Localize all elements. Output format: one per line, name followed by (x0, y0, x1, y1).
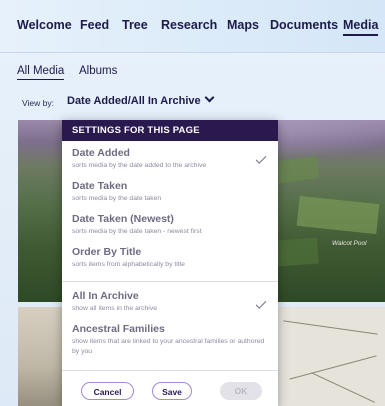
option-description: sorts media by the date taken (72, 195, 162, 202)
ok-button[interactable]: OK (220, 382, 262, 400)
nav-research[interactable]: Research (161, 18, 217, 32)
tab-all-media[interactable]: All Media (17, 65, 65, 80)
sort-option-order-by-title[interactable]: Order By Title sorts items from alphabet… (72, 246, 268, 270)
filter-option-all-in-archive[interactable]: All In Archive show all items in the arc… (72, 290, 268, 314)
option-description: sorts items from alphabetically by title (72, 261, 185, 268)
nav-documents[interactable]: Documents (270, 18, 338, 32)
option-title: All In Archive (72, 290, 139, 302)
option-description: show items that are linked to your ances… (72, 338, 265, 355)
chevron-down-icon (204, 92, 215, 103)
top-navigation: Welcome Feed Tree Research Maps Document… (0, 0, 385, 53)
nav-media[interactable]: Media (343, 18, 379, 36)
sort-option-date-taken[interactable]: Date Taken sorts media by the date taken (72, 180, 268, 204)
filter-option-ancestral-families[interactable]: Ancestral Families show items that are l… (72, 323, 268, 357)
option-title: Date Taken (72, 180, 128, 192)
map-line (289, 355, 377, 380)
option-description: sorts media by the date added to the arc… (72, 162, 207, 169)
view-by-dropdown[interactable]: Date Added/All In Archive (67, 92, 215, 107)
option-title: Date Added (72, 147, 130, 159)
divider (62, 281, 278, 282)
option-title: Order By Title (72, 246, 142, 258)
map-label: Walcot Pool (332, 240, 367, 247)
media-thumbnail-map[interactable] (278, 307, 385, 406)
sort-option-date-added[interactable]: Date Added sorts media by the date added… (72, 147, 268, 171)
cancel-button[interactable]: Cancel (81, 382, 134, 400)
view-by-label: View by: (22, 98, 54, 108)
nav-welcome[interactable]: Welcome (17, 18, 72, 32)
map-line (283, 320, 378, 335)
option-title: Ancestral Families (72, 323, 165, 335)
tab-albums[interactable]: Albums (79, 65, 117, 77)
sort-option-date-taken-newest[interactable]: Date Taken (Newest) sorts media by the d… (72, 213, 268, 237)
map-line (311, 372, 375, 403)
nav-feed[interactable]: Feed (80, 18, 109, 32)
nav-tree[interactable]: Tree (122, 18, 148, 32)
option-title: Date Taken (Newest) (72, 213, 174, 225)
settings-panel: SETTINGS FOR THIS PAGE Date Added sorts … (62, 120, 278, 406)
nav-maps[interactable]: Maps (227, 18, 259, 32)
view-by-value: Date Added/All In Archive (67, 95, 201, 107)
save-button[interactable]: Save (152, 382, 192, 400)
option-description: sorts media by the date taken - newest f… (72, 228, 202, 235)
divider (62, 370, 278, 371)
settings-panel-header: SETTINGS FOR THIS PAGE (62, 120, 278, 141)
option-description: show all items in the archive (72, 305, 157, 312)
field-patch (296, 195, 380, 235)
